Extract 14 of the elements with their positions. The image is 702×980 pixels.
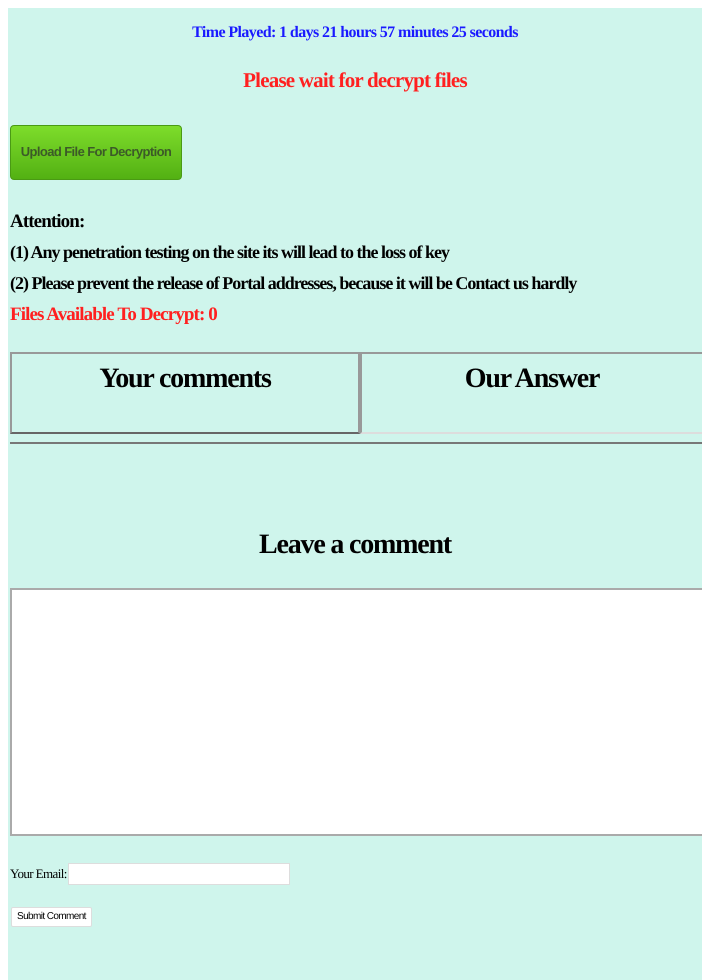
attention-item: (2) Please prevent the release of Portal addresses, because it will be Contact us hardly: [10, 272, 578, 295]
attention-heading: Attention:: [10, 210, 86, 234]
submit-button[interactable]: Submit Comment: [11, 906, 92, 926]
email-label: Your Email:: [10, 864, 67, 883]
table-header-cell: Our Answer: [360, 352, 702, 434]
time-played-text: Time Played: 1 days 21 hours 57 minutes 25 seconds: [192, 23, 518, 43]
status-message: Please wait for decrypt files: [243, 67, 467, 94]
comment-textarea[interactable]: [10, 588, 702, 836]
upload-button[interactable]: Upload File For Decryption: [10, 124, 182, 180]
comment-heading: Leave a comment: [259, 528, 451, 562]
email-field[interactable]: [68, 862, 290, 884]
files-available-text: Files Available To Decrypt: 0: [10, 302, 218, 326]
table-header-cell: Your comments: [10, 352, 360, 434]
attention-item: (1) Any penetration testing on the site its will lead to the loss of key: [10, 240, 450, 264]
